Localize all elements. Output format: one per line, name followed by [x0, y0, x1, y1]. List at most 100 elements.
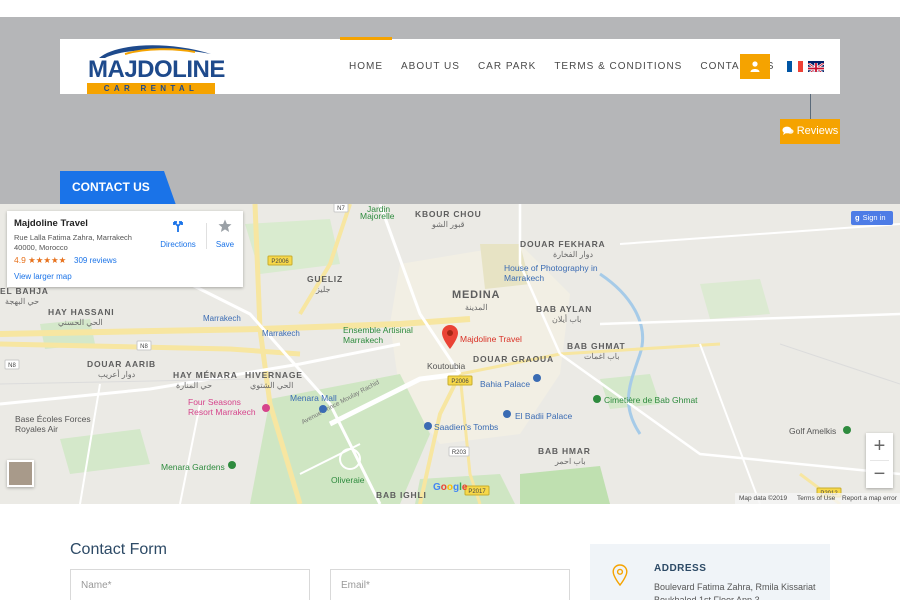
poi-menara-mall[interactable]: Menara Mall — [290, 393, 337, 403]
location-marker-icon[interactable] — [442, 325, 458, 349]
reviews-button[interactable]: Reviews — [780, 119, 840, 144]
map-label-douar-fekhara-ar: دوار الفخارة — [553, 250, 594, 259]
terms-of-use-link[interactable]: Terms of Use — [797, 493, 835, 504]
park-dot-icon — [593, 395, 601, 403]
marker-label[interactable]: Majdoline Travel — [460, 334, 522, 344]
google-map[interactable]: N7 P2006 P2006 N8 N8 R203 P2017 P2012 KB… — [0, 204, 900, 504]
map-pin-icon — [612, 564, 628, 586]
map-label-hivernage-ar: الحي الشتوي — [250, 381, 294, 390]
poi-menara-gardens[interactable]: Menara Gardens — [161, 462, 225, 472]
map-label-hay-menara: HAY MÉNARA — [173, 370, 238, 380]
star-icon — [218, 219, 232, 232]
site-header: MAJDOLINE CAR RENTAL HOME ABOUT US CAR P… — [60, 37, 840, 94]
page: MAJDOLINE CAR RENTAL HOME ABOUT US CAR P… — [0, 0, 900, 600]
poi-cimetiere[interactable]: Cimetière de Bab Ghmat — [604, 395, 698, 405]
directions-icon — [173, 221, 183, 232]
google-g-icon: g — [855, 213, 860, 222]
view-larger-map-link[interactable]: View larger map — [14, 272, 72, 281]
street-view-thumbnail[interactable] — [7, 460, 34, 487]
logo-wordmark: MAJDOLINE — [88, 56, 225, 83]
map-label-kbour-chou-ar: قبور الشو — [432, 220, 465, 229]
google-logo: Google — [433, 482, 468, 493]
directions-button[interactable]: Directions — [157, 219, 199, 249]
map-label-majorelle: Majorelle — [360, 211, 395, 221]
report-error-link[interactable]: Report a map error — [842, 493, 897, 504]
badge-n8-b: N8 — [140, 344, 148, 350]
nav-car-park[interactable]: CAR PARK — [469, 39, 545, 94]
badge-n8-a: N8 — [8, 363, 16, 369]
minus-icon: − — [873, 463, 886, 485]
zoom-in-button[interactable]: + — [866, 433, 893, 460]
poi-el-badii-palace[interactable]: El Badii Palace — [515, 411, 572, 421]
english-flag-icon[interactable] — [808, 61, 824, 72]
map-label-douar-aarib: DOUAR AARIB — [87, 359, 156, 369]
badge-p2006-a: P2006 — [271, 259, 289, 265]
google-sign-in-button[interactable]: g Sign in — [851, 211, 893, 225]
poi-house-photography[interactable]: House of Photography in Marrakech — [504, 263, 599, 283]
map-label-bab-ghmat: BAB GHMAT — [567, 341, 626, 351]
map-label-bab-aylan: BAB AYLAN — [536, 304, 593, 314]
poi-ensemble-artisinal[interactable]: Ensemble Artisinal Marrakech — [343, 325, 423, 345]
map-data-credit: Map data ©2019 — [739, 495, 788, 502]
nav-terms[interactable]: TERMS & CONDITIONS — [545, 39, 691, 94]
map-label-hay-menara-ar: حي المنارة — [176, 381, 213, 390]
map-label-hivernage: HIVERNAGE — [245, 370, 303, 380]
site-logo[interactable]: MAJDOLINE CAR RENTAL — [87, 42, 225, 94]
map-label-gueliz: GUELIZ — [307, 274, 343, 284]
poi-four-seasons[interactable]: Four Seasons Resort Marrakech — [188, 397, 258, 417]
park-dot-icon — [228, 461, 236, 469]
nav-home[interactable]: HOME — [340, 37, 392, 94]
place-address: Rue Lalla Fatima Zahra, Marrakech 40000,… — [14, 233, 132, 252]
map-label-medina: MEDINA — [452, 289, 501, 301]
reviews-connector — [810, 94, 811, 120]
page-title-tab: CONTACT US — [60, 171, 176, 205]
place-info-card: Majdoline Travel Rue Lalla Fatima Zahra,… — [7, 211, 243, 287]
address-card: ADDRESS Boulevard Fatima Zahra, Rmila Ki… — [590, 544, 830, 600]
email-input[interactable] — [330, 569, 570, 600]
save-label: Save — [215, 240, 235, 249]
address-text: Boulevard Fatima Zahra, Rmila Kissariat … — [654, 582, 816, 600]
map-label-hay-hassani-ar: الحي الحسني — [58, 318, 103, 327]
map-label-bab-ighli: BAB IGHLI — [376, 490, 427, 500]
nav-about-us[interactable]: ABOUT US — [392, 39, 469, 94]
poi-bahia-palace[interactable]: Bahia Palace — [480, 379, 530, 389]
logo-tagline: CAR RENTAL — [87, 83, 215, 94]
map-label-douar-fekhara: DOUAR FEKHARA — [520, 239, 606, 249]
shopping-dot-icon — [319, 405, 327, 413]
map-label-douar-aarib-ar: دوار أعريب — [98, 370, 136, 379]
name-input[interactable] — [70, 569, 310, 600]
map-label-marrakech-station: Marrakech — [203, 314, 241, 323]
map-label-bab-ghmat-ar: باب اغمات — [584, 352, 620, 361]
badge-p2006-b: P2006 — [451, 379, 469, 385]
park-dot-icon — [843, 426, 851, 434]
poi-base-ecoles[interactable]: Base Écoles Forces Royales Air — [15, 414, 95, 434]
poi-saadiens-tombs[interactable]: Saadien's Tombs — [434, 422, 498, 432]
info-card-divider — [206, 223, 207, 249]
map-label-gueliz-ar: جليز — [316, 285, 331, 294]
map-label-el-bahja: EL BAHJA — [0, 286, 49, 296]
poi-koutoubia[interactable]: Koutoubia — [427, 361, 465, 371]
poi-oliveraie[interactable]: Oliveraie — [331, 475, 365, 485]
directions-label: Directions — [160, 240, 196, 249]
museum-dot-icon — [503, 410, 511, 418]
save-button[interactable]: Save — [211, 219, 239, 249]
place-reviews-link[interactable]: 309 reviews — [74, 256, 117, 265]
reviews-label: Reviews — [796, 125, 839, 137]
page-title: CONTACT US — [72, 180, 150, 194]
map-label-el-bahja-ar: حي البهجة — [5, 297, 40, 306]
map-label-kbour-chou: KBOUR CHOU — [415, 209, 482, 219]
map-label-douar-graoua: DOUAR GRAOUA — [473, 354, 554, 364]
french-flag-icon[interactable] — [787, 61, 803, 72]
user-account-button[interactable] — [740, 54, 770, 79]
zoom-out-button[interactable]: − — [866, 461, 893, 488]
map-label-bab-hmar-ar: باب احمر — [555, 457, 586, 466]
badge-r203: R203 — [452, 450, 467, 456]
hotel-dot-icon — [262, 404, 270, 412]
map-zoom-control: + − — [866, 433, 893, 488]
badge-p2017: P2017 — [468, 489, 486, 495]
badge-n7: N7 — [337, 206, 345, 212]
sign-in-label: Sign in — [862, 213, 886, 222]
map-label-hay-hassani: HAY HASSANI — [48, 307, 115, 317]
poi-golf-amelkis[interactable]: Golf Amelkis — [789, 426, 836, 436]
plus-icon: + — [873, 435, 886, 457]
